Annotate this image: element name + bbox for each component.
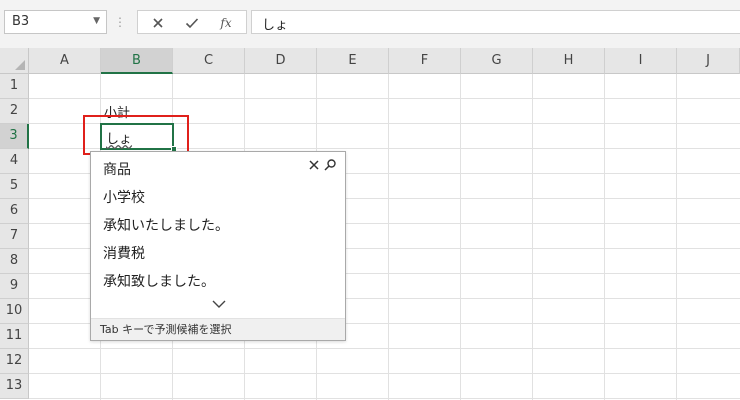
enter-button[interactable] bbox=[180, 13, 204, 33]
suggestion-item[interactable]: 小学校 bbox=[103, 187, 145, 207]
column-header-i[interactable]: I bbox=[605, 48, 677, 74]
row-header-11[interactable]: 11 bbox=[0, 324, 29, 349]
row-header-10[interactable]: 10 bbox=[0, 299, 29, 324]
search-icon[interactable] bbox=[323, 158, 337, 172]
column-header-g[interactable]: G bbox=[461, 48, 533, 74]
formula-input[interactable]: しょ bbox=[251, 10, 740, 34]
gridline bbox=[29, 98, 740, 99]
suggestion-item[interactable]: 承知いたしました。 bbox=[103, 215, 229, 235]
formula-value: しょ bbox=[262, 18, 289, 33]
close-icon[interactable] bbox=[307, 158, 321, 172]
suggestion-item[interactable]: 消費税 bbox=[103, 243, 145, 263]
row-header-8[interactable]: 8 bbox=[0, 249, 29, 274]
row-header-12[interactable]: 12 bbox=[0, 349, 29, 374]
cancel-button[interactable] bbox=[146, 13, 170, 33]
row-header-3[interactable]: 3 bbox=[0, 124, 29, 149]
row-header-2[interactable]: 2 bbox=[0, 99, 29, 124]
chevron-down-icon[interactable] bbox=[211, 298, 227, 310]
name-box[interactable]: B3 ▼ bbox=[4, 10, 107, 34]
column-header-h[interactable]: H bbox=[533, 48, 605, 74]
more-options-icon[interactable]: ⋮ bbox=[114, 12, 126, 32]
fx-icon: fx bbox=[220, 16, 232, 30]
formula-bar: B3 ▼ ⋮ fx しょ bbox=[0, 0, 740, 48]
row-header-13[interactable]: 13 bbox=[0, 374, 29, 399]
formula-buttons: fx bbox=[137, 10, 247, 34]
select-all-triangle-icon bbox=[15, 60, 25, 70]
column-header-b[interactable]: B bbox=[101, 48, 173, 74]
column-header-d[interactable]: D bbox=[245, 48, 317, 74]
name-box-value: B3 bbox=[12, 14, 30, 29]
suggestion-hint: Tab キーで予測候補を選択 bbox=[91, 318, 345, 340]
gridline bbox=[29, 398, 740, 399]
column-header-j[interactable]: J bbox=[677, 48, 740, 74]
column-header-c[interactable]: C bbox=[173, 48, 245, 74]
row-header-1[interactable]: 1 bbox=[0, 74, 29, 99]
close-icon bbox=[153, 18, 163, 28]
column-header-e[interactable]: E bbox=[317, 48, 389, 74]
select-all-button[interactable] bbox=[0, 48, 29, 74]
row-header-5[interactable]: 5 bbox=[0, 174, 29, 199]
suggestion-item[interactable]: 承知致しました。 bbox=[103, 271, 215, 291]
row-header-4[interactable]: 4 bbox=[0, 149, 29, 174]
column-header-a[interactable]: A bbox=[29, 48, 101, 74]
column-header-f[interactable]: F bbox=[389, 48, 461, 74]
gridline bbox=[29, 373, 740, 374]
insert-function-button[interactable]: fx bbox=[214, 13, 238, 33]
checkmark-icon bbox=[185, 18, 199, 29]
row-header-7[interactable]: 7 bbox=[0, 224, 29, 249]
chevron-down-icon[interactable]: ▼ bbox=[93, 16, 100, 26]
highlight-annotation bbox=[83, 115, 189, 155]
row-header-9[interactable]: 9 bbox=[0, 274, 29, 299]
suggestion-item[interactable]: 商品 bbox=[103, 159, 131, 179]
row-header-6[interactable]: 6 bbox=[0, 199, 29, 224]
gridline bbox=[29, 348, 740, 349]
ime-suggestion-popup: 商品 小学校 承知いたしました。 消費税 承知致しました。 Tab キーで予測候… bbox=[90, 151, 346, 341]
